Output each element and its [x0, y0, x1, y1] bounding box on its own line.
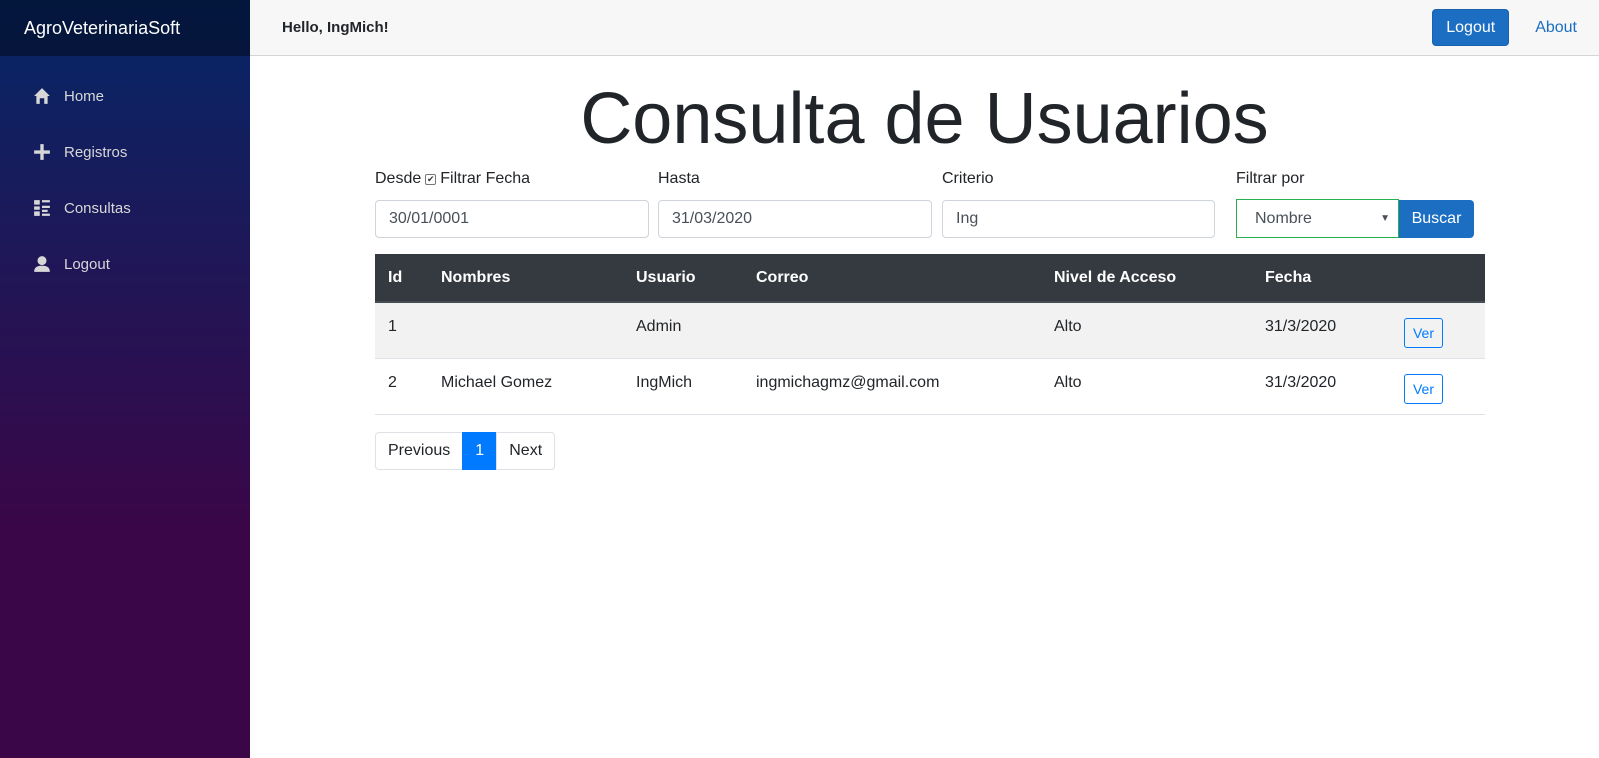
sidebar-item-label: Home	[64, 87, 105, 105]
header-fecha: Fecha	[1265, 269, 1312, 286]
top-bar: Hello, IngMich! Logout About	[250, 0, 1599, 56]
cell-id: 1	[388, 318, 397, 335]
header-nivel: Nivel de Acceso	[1054, 269, 1177, 286]
sidebar-item-label: Registros	[64, 143, 128, 161]
cell-correo: ingmichagmz@gmail.com	[756, 374, 940, 391]
sidebar-item-registros[interactable]: Registros	[0, 124, 250, 180]
header-usuario: Usuario	[636, 269, 696, 286]
header-id: Id	[388, 269, 403, 286]
sidebar-item-logout[interactable]: Logout	[0, 236, 250, 292]
table-row: 1 Admin Alto 31/3/2020 Ver	[375, 303, 1485, 359]
pagination-previous[interactable]: Previous	[375, 432, 464, 470]
person-icon	[32, 254, 52, 274]
chevron-down-icon: ▼	[1380, 213, 1390, 224]
cell-fecha: 31/3/2020	[1265, 318, 1337, 335]
pagination: Previous 1 Next	[375, 432, 556, 470]
sidebar: AgroVeterinariaSoft Home Registros Consu…	[0, 0, 250, 758]
plus-icon	[32, 142, 52, 162]
filtrar-por-label: Filtrar por	[1236, 170, 1305, 187]
desde-label-group: Desde ✔ Filtrar Fecha	[375, 170, 530, 188]
pagination-next[interactable]: Next	[496, 432, 556, 470]
header-nombres: Nombres	[441, 269, 511, 286]
cell-nivel: Alto	[1054, 318, 1082, 335]
criterio-label: Criterio	[942, 170, 994, 187]
buscar-button[interactable]: Buscar	[1399, 200, 1474, 238]
logout-button[interactable]: Logout	[1432, 9, 1510, 46]
main-content: Consulta de Usuarios Desde ✔ Filtrar Fec…	[250, 56, 1599, 758]
greeting: Hello, IngMich!	[282, 19, 389, 36]
cell-id: 2	[388, 374, 397, 391]
cell-fecha: 31/3/2020	[1265, 374, 1337, 391]
cell-usuario: IngMich	[636, 374, 693, 391]
brand-bar: AgroVeterinariaSoft	[0, 0, 250, 56]
sidebar-item-home[interactable]: Home	[0, 68, 250, 124]
about-link[interactable]: About	[1535, 19, 1577, 37]
filtrar-por-value: Nombre	[1255, 209, 1312, 227]
table-row: 2 Michael Gomez IngMich ingmichagmz@gmai…	[375, 359, 1485, 415]
top-right-links: Logout About	[1432, 9, 1577, 46]
sidebar-item-label: Logout	[64, 255, 110, 273]
list-icon	[32, 198, 52, 218]
filtrar-fecha-checkbox[interactable]: ✔	[425, 173, 437, 185]
home-icon	[32, 86, 52, 106]
desde-date-input[interactable]: 30/01/0001	[375, 200, 649, 238]
cell-nombres: Michael Gomez	[441, 374, 553, 391]
sidebar-nav: Home Registros Consultas Logout	[0, 56, 250, 292]
cell-nivel: Alto	[1054, 374, 1082, 391]
usuarios-table: Id Nombres Usuario Correo Nivel de Acces…	[375, 254, 1485, 415]
filtrar-por-select[interactable]: Nombre ▼	[1236, 199, 1399, 238]
header-correo: Correo	[756, 269, 809, 286]
pagination-page-1[interactable]: 1	[462, 432, 498, 470]
ver-button[interactable]: Ver	[1404, 374, 1443, 404]
page-title: Consulta de Usuarios	[580, 79, 1269, 159]
table-header: Id Nombres Usuario Correo Nivel de Acces…	[375, 254, 1485, 303]
filtrar-fecha-label: Filtrar Fecha	[440, 170, 531, 187]
sidebar-item-label: Consultas	[64, 199, 131, 217]
brand-link[interactable]: AgroVeterinariaSoft	[24, 18, 180, 39]
hasta-date-input[interactable]: 31/03/2020	[658, 200, 932, 238]
desde-label: Desde	[375, 170, 422, 187]
cell-usuario: Admin	[636, 318, 682, 335]
sidebar-item-consultas[interactable]: Consultas	[0, 180, 250, 236]
criterio-input[interactable]: Ing	[942, 200, 1215, 238]
ver-button[interactable]: Ver	[1404, 318, 1443, 348]
hasta-label: Hasta	[658, 170, 700, 187]
